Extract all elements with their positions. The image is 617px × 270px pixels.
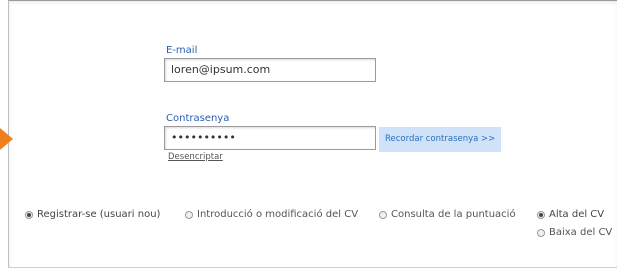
- consult-radio[interactable]: [379, 211, 387, 219]
- arrow-indicator-icon: [0, 128, 13, 150]
- cv-baixa-label[interactable]: Baixa del CV: [549, 227, 612, 238]
- cv-baixa-radio[interactable]: [537, 229, 545, 237]
- cv-alta-radio[interactable]: [537, 211, 545, 219]
- register-label[interactable]: Registrar-se (usuari nou): [37, 209, 160, 220]
- decrypt-link[interactable]: Desencriptar: [168, 152, 223, 162]
- introduce-radio[interactable]: [185, 211, 193, 219]
- cv-alta-label[interactable]: Alta del CV: [549, 209, 604, 220]
- password-field[interactable]: ••••••••••: [164, 126, 376, 150]
- password-label: Contrasenya: [166, 113, 230, 124]
- register-radio[interactable]: [25, 211, 33, 219]
- email-label: E-mail: [166, 45, 198, 56]
- consult-label[interactable]: Consulta de la puntuació: [391, 209, 516, 220]
- remember-password-button[interactable]: Recordar contrasenya >>: [379, 127, 502, 152]
- introduce-label[interactable]: Introducció o modificació del CV: [197, 209, 358, 220]
- email-field[interactable]: loren@ipsum.com: [164, 58, 376, 82]
